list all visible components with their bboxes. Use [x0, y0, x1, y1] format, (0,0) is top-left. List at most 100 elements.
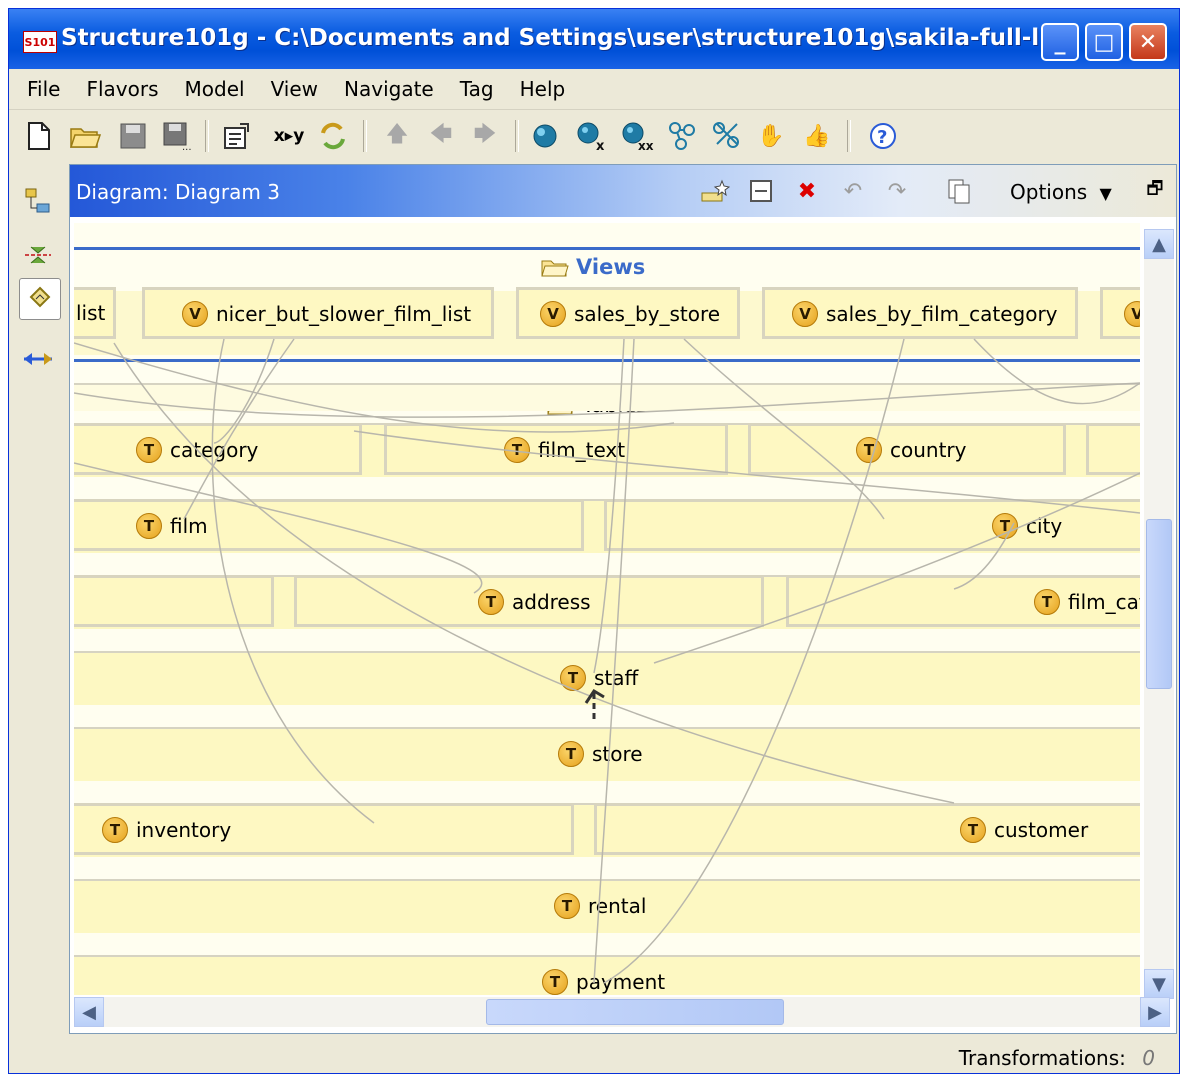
view-node-nicer-but-slower-film-list[interactable]: Vnicer_but_slower_film_list — [182, 301, 471, 327]
table-node-film-cat[interactable]: Tfilm_cat — [1034, 589, 1140, 615]
undo-icon[interactable]: ↶ — [836, 174, 870, 208]
hand-icon[interactable]: ✋ — [753, 118, 789, 154]
maximize-button[interactable]: □ — [1085, 23, 1123, 61]
table-label: city — [1026, 514, 1063, 538]
horizontal-scroll-thumb[interactable] — [486, 999, 784, 1025]
view-label: sales_by_film_category — [826, 302, 1058, 326]
restore-panel-icon[interactable]: 🗗 — [1138, 174, 1172, 208]
view-badge-icon: V — [182, 301, 208, 327]
table-node-film-text[interactable]: Tfilm_text — [504, 437, 625, 463]
view-node-truncated[interactable]: V — [1124, 301, 1140, 327]
scroll-left-button[interactable]: ◀ — [74, 997, 104, 1027]
view-badge-icon: V — [540, 301, 566, 327]
arrow-right-icon[interactable]: 🡆 — [467, 118, 503, 154]
table-label: address — [512, 590, 591, 614]
transformations-status: Transformations: 0 — [959, 1046, 1155, 1070]
maximize-icon: □ — [1093, 29, 1115, 55]
folder-icon — [541, 260, 569, 277]
new-item-icon[interactable] — [698, 174, 732, 208]
table-node-film[interactable]: Tfilm — [136, 513, 208, 539]
menu-tag[interactable]: Tag — [460, 77, 494, 101]
scroll-up-button[interactable]: ▲ — [1144, 229, 1174, 259]
table-label: film — [170, 514, 208, 538]
transform-xy-icon[interactable]: x▸y — [267, 118, 311, 154]
diagram-title: Diagram: Diagram 3 — [76, 180, 280, 204]
app-window: S101 Structure101g - C:\Documents and Se… — [8, 8, 1180, 1074]
save-icon[interactable] — [115, 118, 151, 154]
tree-icon[interactable] — [19, 182, 57, 220]
table-node-country[interactable]: Tcountry — [856, 437, 966, 463]
table-node-rental[interactable]: Trental — [554, 893, 646, 919]
table-label: store — [592, 742, 643, 766]
scroll-down-button[interactable]: ▼ — [1144, 969, 1174, 999]
views-section-title[interactable]: Views — [540, 255, 645, 279]
table-label: inventory — [136, 818, 232, 842]
svg-text:xx: xx — [638, 139, 654, 152]
main-toolbar: ... x▸y 🡅 🡄 🡆 x xx ✋ 👍 ? — [9, 109, 1179, 162]
copy-icon[interactable] — [942, 174, 976, 208]
table-label: film_cat — [1068, 590, 1140, 614]
table-node-store[interactable]: Tstore — [558, 741, 643, 767]
table-badge-icon: T — [558, 741, 584, 767]
horizontal-scrollbar[interactable]: ◀ ▶ — [74, 997, 1170, 1027]
table-label: rental — [588, 894, 647, 918]
layers-icon[interactable] — [19, 236, 57, 274]
menu-help[interactable]: Help — [520, 77, 566, 101]
options-menu[interactable]: Options ▼ — [1010, 180, 1112, 204]
diagram-tool-icon[interactable] — [19, 278, 61, 320]
table-node-address[interactable]: Taddress — [478, 589, 591, 615]
table-label: payment — [576, 970, 666, 994]
sphere-xx-icon[interactable]: xx — [619, 118, 655, 154]
table-node-customer[interactable]: Tcustomer — [960, 817, 1088, 843]
menu-model[interactable]: Model — [185, 77, 245, 101]
menu-view[interactable]: View — [271, 77, 318, 101]
refresh-icon[interactable] — [315, 118, 351, 154]
left-toolbar — [9, 164, 65, 1024]
view-node-list[interactable]: list — [76, 301, 105, 325]
title-bar[interactable]: S101 Structure101g - C:\Documents and Se… — [9, 9, 1179, 69]
diagram-canvas[interactable]: Views list Vnicer_but_slower_film_list V… — [74, 223, 1140, 995]
menu-file[interactable]: File — [27, 77, 60, 101]
toolbar-separator — [847, 120, 851, 152]
table-node-staff[interactable]: Tstaff — [560, 665, 638, 691]
open-folder-icon[interactable] — [67, 118, 103, 154]
scroll-right-button[interactable]: ▶ — [1140, 997, 1170, 1027]
sphere-x-icon[interactable]: x — [573, 118, 609, 154]
graph-x-icon[interactable] — [709, 118, 745, 154]
close-button[interactable]: ✕ — [1129, 23, 1167, 61]
view-node-sales-by-film-category[interactable]: Vsales_by_film_category — [792, 301, 1058, 327]
save-as-icon[interactable]: ... — [159, 118, 195, 154]
new-file-icon[interactable] — [21, 118, 57, 154]
graph-icon[interactable] — [665, 118, 701, 154]
diagram-header: Diagram: Diagram 3 ✖ ↶ ↷ Options ▼ 🗗 — [70, 165, 1176, 217]
views-section-bottom-line — [74, 359, 1140, 362]
redo-icon[interactable]: ↷ — [880, 174, 914, 208]
menu-navigate[interactable]: Navigate — [344, 77, 434, 101]
view-label: nicer_but_slower_film_list — [216, 302, 472, 326]
minimize-button[interactable]: _ — [1041, 23, 1079, 61]
collapse-icon[interactable] — [744, 174, 778, 208]
menu-flavors[interactable]: Flavors — [86, 77, 158, 101]
table-label: category — [170, 438, 259, 462]
swap-arrows-icon[interactable] — [19, 340, 57, 378]
svg-text:x: x — [596, 139, 605, 152]
table-node-city[interactable]: Tcity — [992, 513, 1062, 539]
vertical-scroll-thumb[interactable] — [1146, 519, 1172, 689]
table-node-payment[interactable]: Tpayment — [542, 969, 665, 995]
sphere-icon[interactable] — [527, 118, 563, 154]
properties-icon[interactable] — [219, 118, 255, 154]
view-node-sales-by-store[interactable]: Vsales_by_store — [540, 301, 720, 327]
table-node-inventory[interactable]: Tinventory — [102, 817, 231, 843]
thumb-icon[interactable]: 👍 — [799, 118, 835, 154]
table-badge-icon: T — [102, 817, 128, 843]
table-node-category[interactable]: Tcategory — [136, 437, 258, 463]
table-box[interactable] — [1086, 423, 1140, 475]
help-icon[interactable]: ? — [865, 118, 901, 154]
tables-header-row — [74, 383, 1140, 411]
vertical-scrollbar[interactable]: ▲ ▼ — [1144, 229, 1174, 999]
table-box[interactable] — [74, 575, 274, 627]
views-label: Views — [576, 255, 646, 279]
arrow-left-icon[interactable]: 🡄 — [423, 118, 459, 154]
arrow-up-icon[interactable]: 🡅 — [379, 118, 415, 154]
delete-icon[interactable]: ✖ — [790, 174, 824, 208]
